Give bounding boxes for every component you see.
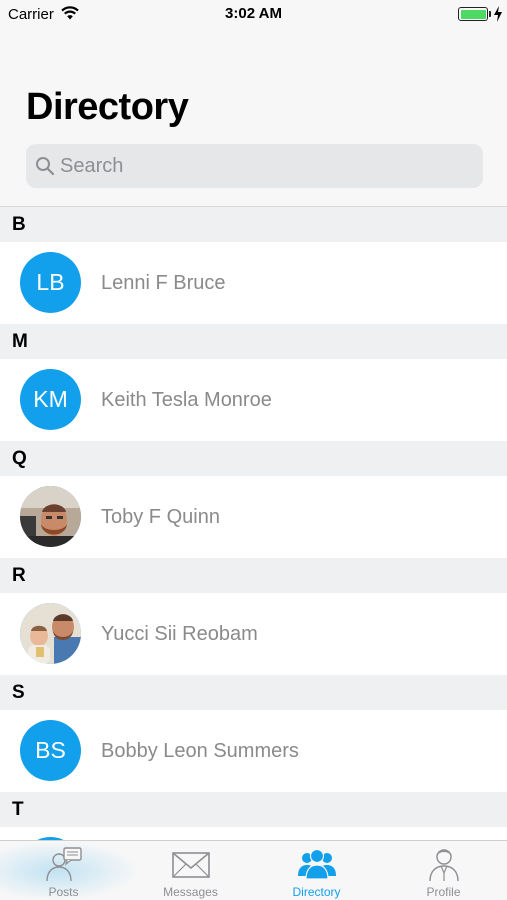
contact-name: Bobby Leon Summers bbox=[101, 740, 299, 762]
tab-posts[interactable]: Posts bbox=[0, 841, 127, 900]
section-header-r: R bbox=[0, 558, 507, 593]
section-header-b: B bbox=[0, 207, 507, 242]
posts-icon bbox=[46, 847, 82, 882]
battery-icon bbox=[458, 7, 488, 21]
avatar bbox=[20, 603, 81, 664]
contact-row[interactable]: BS Bobby Leon Summers bbox=[0, 710, 507, 792]
tab-messages[interactable]: Messages bbox=[127, 841, 254, 900]
tab-profile-label: Profile bbox=[426, 885, 461, 899]
charging-bolt-icon bbox=[494, 6, 502, 22]
toby-photo bbox=[20, 486, 81, 547]
tab-directory[interactable]: Directory bbox=[253, 841, 380, 900]
search-input[interactable] bbox=[60, 144, 470, 188]
contact-name: Yucci Sii Reobam bbox=[101, 623, 258, 645]
avatar: LB bbox=[20, 252, 81, 313]
contact-row[interactable]: Yucci Sii Reobam bbox=[0, 593, 507, 675]
avatar-initials: LB bbox=[36, 269, 65, 295]
clock: 3:02 AM bbox=[225, 5, 282, 22]
section-header-m: M bbox=[0, 324, 507, 359]
status-bar: Carrier 3:02 AM bbox=[0, 0, 507, 30]
avatar: BS bbox=[20, 720, 81, 781]
tab-directory-label: Directory bbox=[292, 885, 341, 899]
section-header-t: T bbox=[0, 792, 507, 827]
search-bar[interactable] bbox=[26, 144, 483, 188]
contact-row[interactable]: Toby F Quinn bbox=[0, 476, 507, 558]
avatar-initials: BS bbox=[35, 737, 66, 763]
avatar: KM bbox=[20, 369, 81, 430]
people-icon bbox=[298, 848, 336, 880]
battery-level bbox=[460, 9, 486, 19]
yucci-photo bbox=[20, 603, 81, 664]
tab-profile[interactable]: Profile bbox=[380, 841, 507, 900]
contact-list[interactable]: B LB Lenni F Bruce M KM Keith Tesla Monroe Q To… bbox=[0, 207, 507, 840]
page-title: Directory bbox=[26, 86, 189, 128]
battery-cap bbox=[489, 11, 491, 17]
search-icon bbox=[36, 157, 55, 176]
avatar-initials: KM bbox=[33, 386, 68, 412]
tab-messages-label: Messages bbox=[163, 885, 218, 899]
navigation-header: Directory bbox=[0, 30, 507, 207]
contact-name: Lenni F Bruce bbox=[101, 272, 226, 294]
envelope-icon bbox=[172, 852, 210, 878]
avatar bbox=[20, 486, 81, 547]
contact-name: Toby F Quinn bbox=[101, 506, 220, 528]
contact-name: Keith Tesla Monroe bbox=[101, 389, 272, 411]
contact-row[interactable]: LB Lenni F Bruce bbox=[0, 242, 507, 324]
contact-row[interactable]: KM Keith Tesla Monroe bbox=[0, 359, 507, 441]
section-header-s: S bbox=[0, 675, 507, 710]
section-header-q: Q bbox=[0, 441, 507, 476]
tab-posts-label: Posts bbox=[48, 885, 79, 899]
contact-row[interactable] bbox=[0, 827, 507, 840]
person-icon bbox=[429, 849, 459, 882]
directory-screen: Carrier 3:02 AM Directory B LB Lenni F Bru… bbox=[0, 0, 507, 900]
tab-bar: Posts Messages Directory Profile bbox=[0, 840, 507, 900]
